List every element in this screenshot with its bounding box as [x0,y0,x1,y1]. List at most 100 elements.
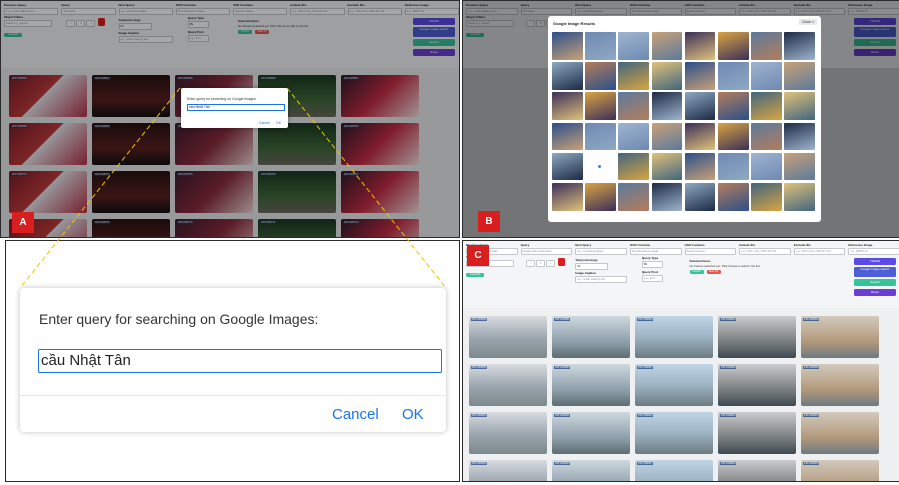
google-result-image[interactable] [751,122,782,151]
c-thumbnail[interactable]: K21V009897 [635,364,713,406]
c-thumbnail[interactable]: K21V009899 [801,364,879,406]
c-image-caption-input[interactable]: e.g., ocean wearing and [575,276,628,283]
google-result-image[interactable] [751,92,782,120]
c-thumbnail[interactable]: K21V009890 [469,316,547,358]
c-thumbnail[interactable]: K21V009903 [718,412,796,454]
c-thumbnail[interactable]: K21V009905 [469,460,547,481]
google-result-image[interactable] [618,183,649,211]
google-result-image[interactable] [585,183,616,211]
c-query-pool-input[interactable]: e.g., 2F 0 [641,275,663,282]
google-result-image[interactable] [784,92,815,120]
google-result-image[interactable] [651,183,683,211]
google-result-image[interactable] [718,122,749,151]
small-prompt-input[interactable]: cầu Nhật Tân [187,104,285,111]
google-result-image[interactable] [784,122,815,151]
google-result-image[interactable] [618,62,649,90]
google-result-image[interactable] [784,183,815,211]
google-result-image[interactable] [684,183,716,211]
c-thumbnail[interactable]: K21V009891 [552,316,630,358]
c-temporal-range-input[interactable]: 60 [575,263,609,270]
google-result-image[interactable] [585,92,616,120]
google-result-image[interactable] [585,122,616,151]
c-thumbnail[interactable]: K21V009907 [635,460,713,481]
c-thumbnail[interactable]: K21V009900 [469,412,547,454]
c-trake-button[interactable]: TRAKE [854,258,896,265]
google-result-image[interactable] [618,152,649,181]
google-result-image[interactable] [618,92,649,120]
google-result-image[interactable] [718,32,749,60]
c-field-input-1[interactable]: bridge under construction [520,248,573,255]
google-results-title: Google Image Results [553,21,596,26]
ok-button[interactable]: OK [402,406,424,423]
c-field-input-4[interactable]: Speech content... [684,248,737,255]
google-result-image[interactable] [751,62,782,90]
small-ok-button[interactable]: OK [276,121,281,125]
google-result-image[interactable] [718,183,749,211]
c-delete-button[interactable] [557,258,565,266]
c-thumbnail[interactable]: K21V009892 [635,316,713,358]
c-stepper-minus[interactable]: − [525,260,535,267]
google-result-image[interactable] [718,62,749,90]
google-result-image[interactable] [585,32,616,60]
google-result-image[interactable] [618,122,649,151]
google-result-image[interactable] [552,32,583,60]
c-thumbnail[interactable]: K21V009906 [552,460,630,481]
google-result-image[interactable] [651,92,683,120]
google-result-image[interactable] [651,122,683,151]
google-result-image[interactable] [552,92,583,120]
google-result-image[interactable] [751,32,782,60]
c-thumbnail[interactable]: K21V009893 [718,316,796,358]
google-result-image[interactable] [684,92,716,120]
google-result-image[interactable] [684,152,716,181]
google-result-image[interactable] [552,183,583,211]
google-result-image[interactable] [651,62,683,90]
c-field-input-2[interactable]: e.g., something happe... [575,248,627,255]
c-thumbnail[interactable]: K21V009904 [801,412,879,454]
google-result-image[interactable] [684,62,716,90]
google-result-image[interactable] [585,62,616,90]
c-thumbnail[interactable]: K21V009895 [469,364,547,406]
c-field-label-5: Include IDs [739,243,756,247]
google-result-image[interactable] [651,152,683,181]
c-thumbnail[interactable]: K21V009902 [635,412,713,454]
c-query-type-select[interactable]: f8s [641,261,663,268]
c-thumbnail[interactable]: K21V009901 [552,412,630,454]
zoomed-prompt-dialog: Enter query for searching on Google Imag… [20,288,446,432]
google-result-image[interactable] [651,32,683,60]
cancel-button[interactable]: Cancel [332,406,379,423]
c-field-input-5[interactable]: e.g., 0:00.1,L01_V001 1F 2:31 [739,248,791,255]
google-result-image[interactable] [552,152,583,181]
small-cancel-button[interactable]: Cancel [259,121,270,125]
c-stepper-plus[interactable]: + [545,260,555,267]
c-thumbnail[interactable]: K21V009908 [718,460,796,481]
c-search-button[interactable]: Search [854,279,896,286]
c-field-input-3[interactable]: Text detected in image... [629,248,682,255]
google-result-image[interactable] [751,152,782,181]
c-thumbnail[interactable]: K21V009896 [552,364,630,406]
google-result-image[interactable] [784,62,815,90]
c-load-more-button[interactable]: Load 200 [466,273,484,277]
google-result-image[interactable] [718,152,749,181]
c-thumbnail[interactable]: K21V009909 [801,460,879,481]
google-result-image[interactable] [684,122,716,151]
google-result-image[interactable] [618,32,649,60]
c-clear-button[interactable]: Clear (0) [706,270,721,274]
google-result-image[interactable] [751,183,782,211]
google-result-image[interactable] [552,62,583,90]
c-google-button[interactable]: Google Image search [854,267,896,277]
close-button[interactable]: Close × [799,19,817,25]
prompt-input[interactable]: cầu Nhật Tân [38,349,442,373]
google-result-image[interactable] [784,152,815,181]
c-field-input-7[interactable]: e.g., 5528 2:12 [848,248,899,255]
google-result-image[interactable] [552,122,583,151]
c-stepper-value[interactable]: 0 [535,260,545,267]
google-result-image[interactable] [718,92,749,120]
google-result-image[interactable] [784,32,815,60]
c-confirm-button[interactable]: Confirm [689,270,704,274]
google-result-image[interactable] [585,152,616,181]
c-thumbnail[interactable]: K21V009894 [801,316,879,358]
c-reset-button[interactable]: Reset [854,289,896,296]
google-result-image[interactable] [684,32,716,60]
c-thumbnail[interactable]: K21V009898 [718,364,796,406]
c-field-input-6[interactable]: e.g., 0:00.1,L01_V001 1F 2:31 [793,248,846,255]
